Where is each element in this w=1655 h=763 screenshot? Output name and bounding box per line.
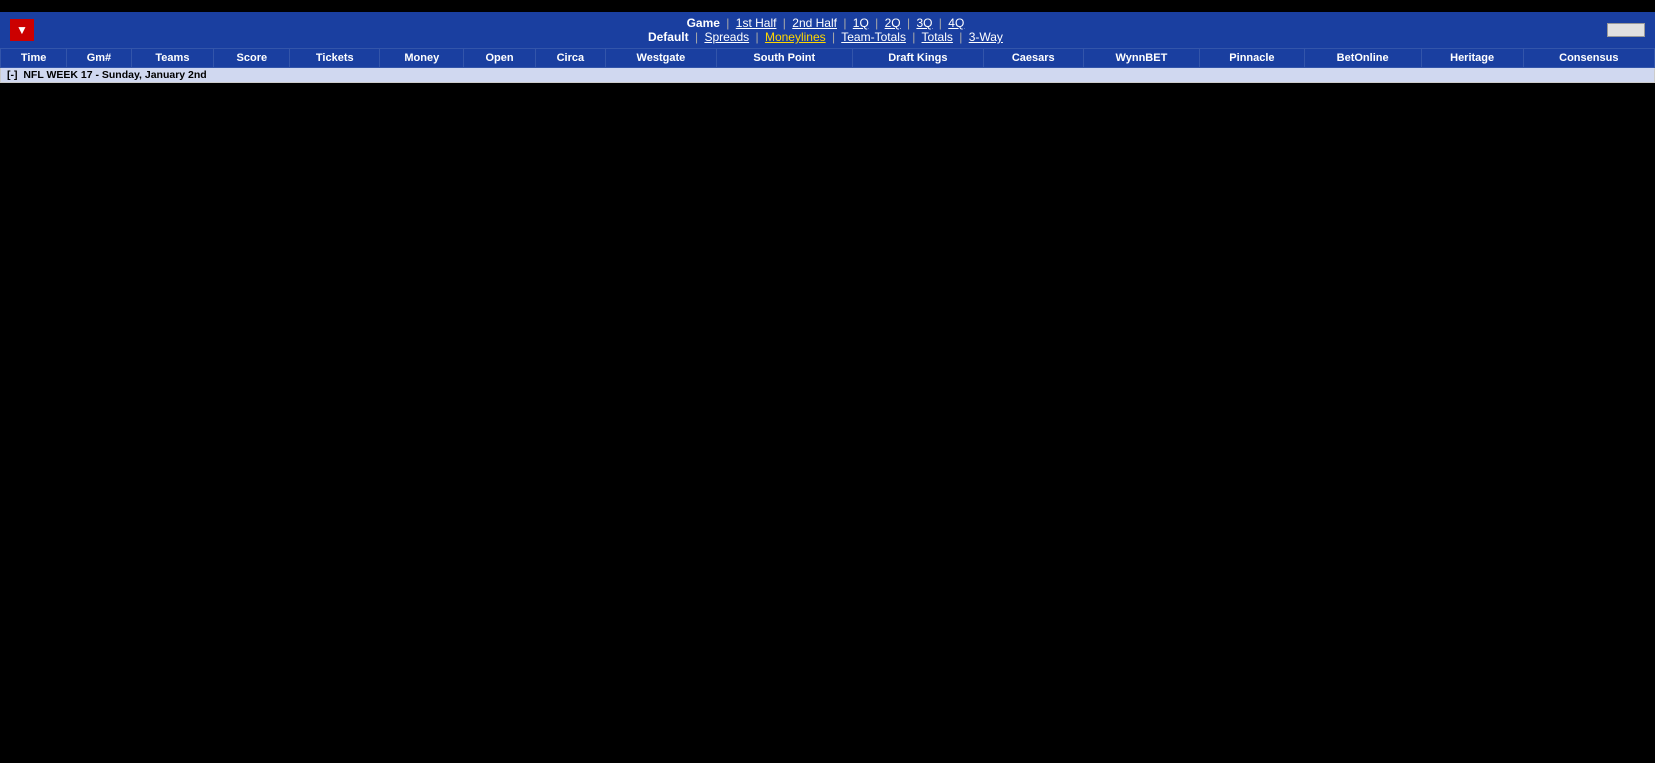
col-southpoint: South Point	[716, 49, 852, 68]
col-tickets: Tickets	[290, 49, 380, 68]
game-label[interactable]: Game	[687, 16, 720, 30]
col-gm: Gm#	[67, 49, 131, 68]
col-westgate: Westgate	[605, 49, 716, 68]
nav-row2: Default | Spreads | Moneylines | Team-To…	[54, 30, 1597, 44]
col-open: Open	[464, 49, 535, 68]
totals-link[interactable]: Totals	[922, 30, 953, 44]
section-label: [-] NFL WEEK 17 - Sunday, January 2nd	[1, 68, 1655, 83]
odds-table: Time Gm# Teams Score Tickets Money Open …	[0, 48, 1655, 83]
col-consensus: Consensus	[1523, 49, 1654, 68]
col-circa: Circa	[535, 49, 605, 68]
section-header-row: [-] NFL WEEK 17 - Sunday, January 2nd	[1, 68, 1655, 83]
default-label[interactable]: Default	[648, 30, 689, 44]
half2-link[interactable]: 2nd Half	[792, 16, 837, 30]
nav-links: Game | 1st Half | 2nd Half | 1Q | 2Q | 3…	[54, 16, 1597, 44]
sport-dropdown[interactable]: ▼	[10, 19, 34, 41]
col-caesars: Caesars	[983, 49, 1083, 68]
column-headers: Time Gm# Teams Score Tickets Money Open …	[1, 49, 1655, 68]
clear-button[interactable]	[1607, 23, 1645, 37]
nav-row1: Game | 1st Half | 2nd Half | 1Q | 2Q | 3…	[54, 16, 1597, 30]
col-time: Time	[1, 49, 67, 68]
col-teams: Teams	[131, 49, 214, 68]
col-score: Score	[214, 49, 290, 68]
q4-link[interactable]: 4Q	[948, 16, 964, 30]
moneylines-link[interactable]: Moneylines	[765, 30, 826, 44]
half1-link[interactable]: 1st Half	[736, 16, 777, 30]
threeway-link[interactable]: 3-Way	[969, 30, 1003, 44]
q1-link[interactable]: 1Q	[853, 16, 869, 30]
spreads-link[interactable]: Spreads	[704, 30, 749, 44]
col-heritage: Heritage	[1421, 49, 1523, 68]
col-wynnbet: WynnBET	[1083, 49, 1200, 68]
site-header	[0, 0, 1655, 12]
teamtotals-link[interactable]: Team-Totals	[841, 30, 906, 44]
nav-bar: ▼ Game | 1st Half | 2nd Half | 1Q | 2Q |…	[0, 12, 1655, 48]
q3-link[interactable]: 3Q	[916, 16, 932, 30]
col-betonline: BetOnline	[1304, 49, 1421, 68]
col-draftkings: Draft Kings	[852, 49, 983, 68]
col-pinnacle: Pinnacle	[1200, 49, 1304, 68]
q2-link[interactable]: 2Q	[885, 16, 901, 30]
col-money: Money	[380, 49, 464, 68]
